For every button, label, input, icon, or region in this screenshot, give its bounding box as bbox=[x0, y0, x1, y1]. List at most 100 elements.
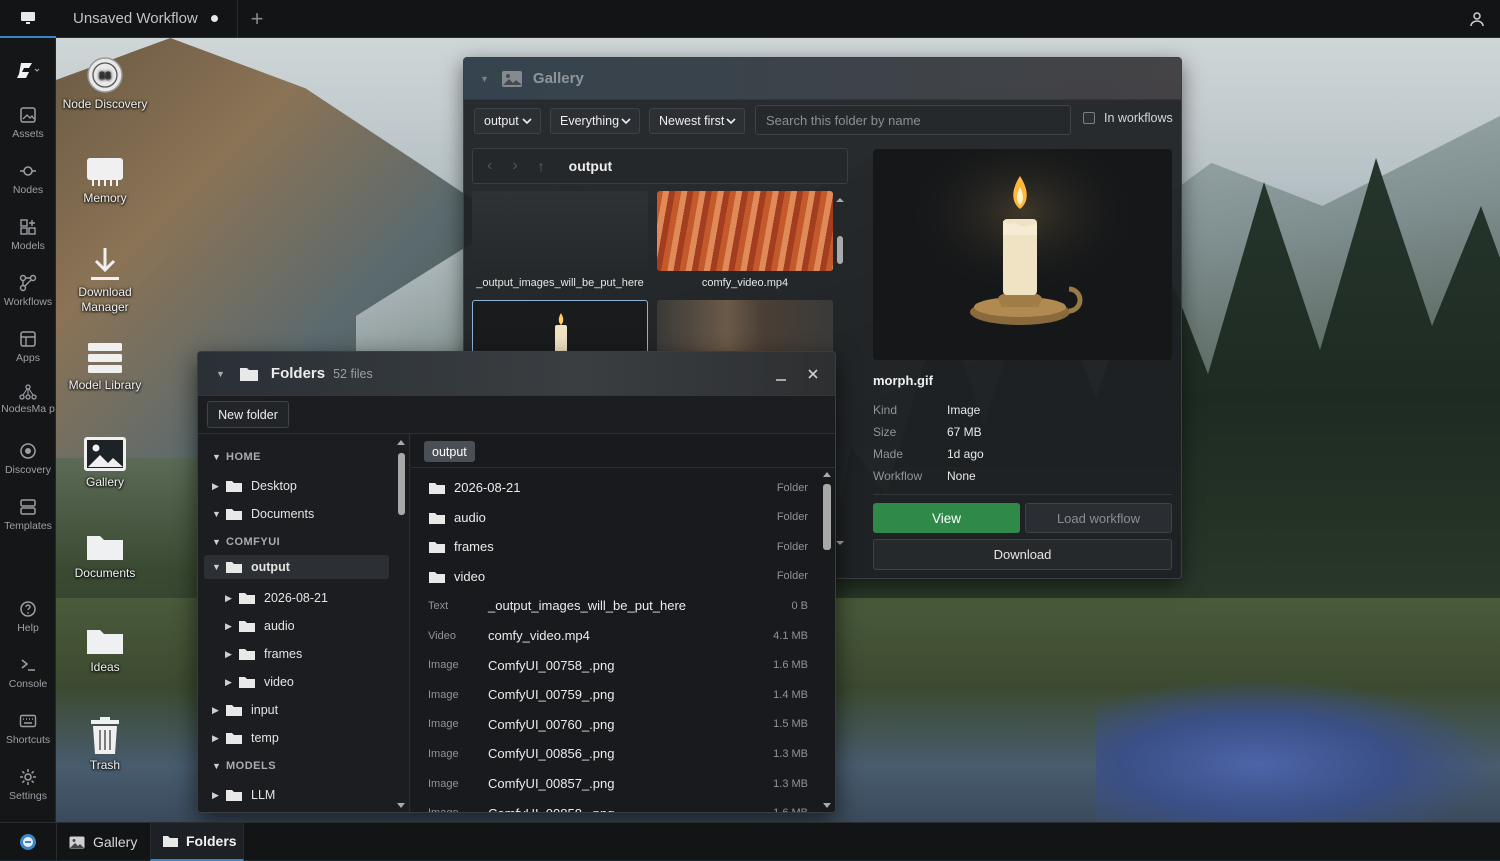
download-button[interactable]: Download bbox=[873, 539, 1172, 570]
row-name: ComfyUI_00760_.png bbox=[488, 716, 615, 732]
chevron-down-icon bbox=[522, 118, 532, 125]
trash-icon bbox=[91, 717, 119, 754]
sidebar-item-help[interactable]: Help bbox=[0, 600, 56, 634]
file-list-scrollbar[interactable] bbox=[821, 468, 833, 812]
library-icon bbox=[88, 343, 122, 373]
minimize-icon[interactable] bbox=[775, 366, 787, 382]
thumbnail-placeholder[interactable] bbox=[472, 191, 648, 271]
forward-button[interactable]: › bbox=[512, 157, 517, 175]
comfy-logo-menu[interactable] bbox=[0, 60, 56, 86]
tree-item-input[interactable]: ▶ input bbox=[212, 698, 278, 722]
app-logo-icon bbox=[20, 834, 36, 850]
file-row[interactable]: Image ComfyUI_00858_.png 1.6 MB bbox=[411, 799, 821, 812]
tree-item-temp[interactable]: ▶ temp bbox=[212, 726, 279, 750]
sort-select[interactable]: Newest first bbox=[649, 108, 745, 134]
tree-item-output[interactable]: ▼ output bbox=[204, 555, 389, 579]
tree-header-models[interactable]: ▼ MODELS bbox=[212, 760, 276, 772]
tree-scrollbar[interactable] bbox=[396, 438, 406, 812]
desktop-icon-download-manager[interactable]: Download Manager bbox=[55, 245, 155, 315]
nodes-icon bbox=[20, 166, 36, 176]
thumbnail-video[interactable] bbox=[657, 191, 833, 271]
sidebar-item-console[interactable]: Console bbox=[0, 656, 56, 690]
folder-row[interactable]: audio Folder bbox=[411, 503, 821, 532]
row-name: frames bbox=[454, 539, 494, 555]
tree-item-video[interactable]: ▶ video bbox=[225, 670, 294, 694]
type-select-value: Everything bbox=[560, 114, 620, 128]
desktop-icon-gallery[interactable]: Gallery bbox=[55, 435, 155, 490]
thumbnail-selected[interactable] bbox=[472, 300, 648, 351]
checkbox-box[interactable] bbox=[1083, 112, 1095, 124]
sidebar-item-workflows[interactable]: Workflows bbox=[0, 274, 56, 308]
type-select[interactable]: Everything bbox=[550, 108, 640, 134]
sidebar-item-shortcuts[interactable]: Shortcuts bbox=[0, 712, 56, 746]
new-folder-button[interactable]: New folder bbox=[207, 401, 289, 428]
up-button[interactable]: ↑ bbox=[538, 158, 545, 174]
gallery-search-input[interactable]: Search this folder by name bbox=[755, 105, 1071, 135]
folder-row[interactable]: frames Folder bbox=[411, 532, 821, 561]
current-folder-chip[interactable]: output bbox=[424, 441, 475, 462]
templates-icon bbox=[20, 499, 36, 515]
sidebar-item-nodesmap[interactable]: NodesMa p bbox=[0, 384, 56, 415]
tree-item-frames[interactable]: ▶ frames bbox=[225, 642, 302, 666]
folder-icon bbox=[239, 592, 255, 604]
file-row[interactable]: Image ComfyUI_00857_.png 1.3 MB bbox=[411, 769, 821, 798]
desktop-toggle-button[interactable] bbox=[0, 0, 56, 38]
gallery-scrollbar[interactable] bbox=[836, 193, 844, 548]
collapse-icon[interactable]: ▼ bbox=[480, 74, 489, 84]
view-button[interactable]: View bbox=[873, 503, 1020, 533]
back-button[interactable]: ‹ bbox=[487, 157, 492, 175]
file-row[interactable]: Image ComfyUI_00856_.png 1.3 MB bbox=[411, 739, 821, 768]
taskbar-item-folders[interactable]: Folders bbox=[150, 823, 244, 861]
sidebar-label: Shortcuts bbox=[5, 734, 51, 746]
tree-item-documents[interactable]: ▼ Documents bbox=[212, 502, 314, 526]
row-name: video bbox=[454, 568, 486, 584]
sidebar-item-apps[interactable]: Apps bbox=[0, 330, 56, 364]
thumbnail-image[interactable] bbox=[657, 300, 833, 351]
taskbar-item-gallery[interactable]: Gallery bbox=[56, 823, 150, 861]
collapse-icon[interactable]: ▼ bbox=[216, 369, 225, 379]
sidebar-item-settings[interactable]: Settings bbox=[0, 768, 56, 802]
close-icon[interactable] bbox=[807, 368, 819, 380]
sidebar-label: NodesMa p bbox=[1, 403, 55, 415]
row-size: 0 B bbox=[791, 599, 808, 612]
gallery-titlebar[interactable]: ▼ Gallery bbox=[464, 58, 1181, 100]
sidebar-item-templates[interactable]: Templates bbox=[0, 498, 56, 532]
tree-item-audio[interactable]: ▶ audio bbox=[225, 614, 295, 638]
desktop-icon-memory[interactable]: Memory bbox=[55, 155, 155, 206]
tab-unsaved-workflow[interactable]: Unsaved Workflow bbox=[56, 0, 238, 38]
file-row[interactable]: Image ComfyUI_00758_.png 1.6 MB bbox=[411, 651, 821, 680]
tree-header-home[interactable]: ▼ HOME bbox=[212, 451, 261, 463]
tree-item-llm[interactable]: ▶ LLM bbox=[212, 783, 275, 807]
load-workflow-button[interactable]: Load workflow bbox=[1025, 503, 1172, 533]
tree-item-desktop[interactable]: ▶ Desktop bbox=[212, 474, 297, 498]
sidebar-item-nodes[interactable]: Nodes bbox=[0, 162, 56, 196]
row-size: 1.5 MB bbox=[773, 718, 808, 731]
tree-header-comfyui[interactable]: ▼ COMFYUI bbox=[212, 536, 280, 548]
sidebar-item-assets[interactable]: Assets bbox=[0, 106, 56, 140]
desktop-icon-model-library[interactable]: Model Library bbox=[55, 340, 155, 393]
desktop-icon-documents[interactable]: Documents bbox=[55, 530, 155, 581]
candle-preview bbox=[873, 149, 1172, 360]
desktop-icon-node-discovery[interactable]: 88 Node Discovery bbox=[55, 55, 155, 112]
file-row[interactable]: Text _output_images_will_be_put_here 0 B bbox=[411, 591, 821, 620]
file-row[interactable]: Image ComfyUI_00760_.png 1.5 MB bbox=[411, 710, 821, 739]
meta-made-key: Made bbox=[873, 447, 904, 461]
folders-titlebar[interactable]: ▼ Folders 52 files bbox=[198, 352, 835, 396]
file-row[interactable]: Image ComfyUI_00759_.png 1.4 MB bbox=[411, 680, 821, 709]
folder-row[interactable]: 2026-08-21 Folder bbox=[411, 473, 821, 502]
sidebar-item-discovery[interactable]: Discovery bbox=[0, 442, 56, 476]
start-button[interactable] bbox=[0, 823, 56, 861]
file-row[interactable]: Video comfy_video.mp4 4.1 MB bbox=[411, 621, 821, 650]
in-workflows-checkbox[interactable]: In workflows bbox=[1083, 111, 1173, 125]
sort-select-value: Newest first bbox=[659, 114, 725, 128]
desktop-icon-ideas[interactable]: Ideas bbox=[55, 624, 155, 675]
add-tab-button[interactable]: + bbox=[238, 0, 276, 38]
sidebar-item-models[interactable]: Models bbox=[0, 218, 56, 252]
row-kind: Image bbox=[428, 777, 459, 790]
folder-select[interactable]: output bbox=[474, 108, 541, 134]
folder-row[interactable]: video Folder bbox=[411, 562, 821, 591]
tree-item-2026-08-21[interactable]: ▶ 2026-08-21 bbox=[225, 586, 328, 610]
taskbar-label: Gallery bbox=[93, 834, 138, 850]
desktop-icon-trash[interactable]: Trash bbox=[55, 716, 155, 773]
user-button[interactable] bbox=[1466, 8, 1488, 30]
